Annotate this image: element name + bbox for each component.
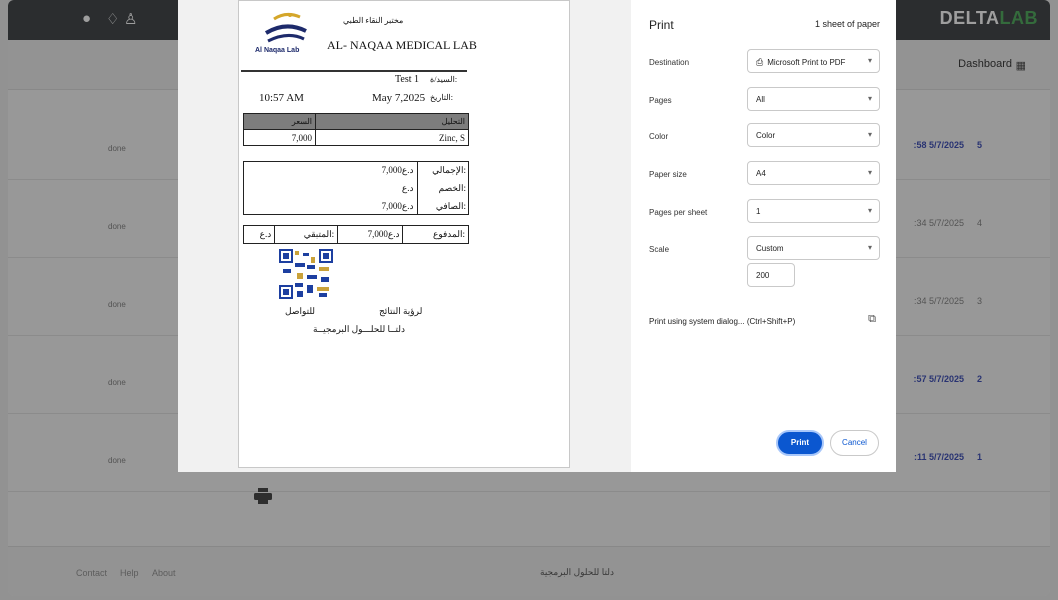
color-select[interactable]: Color ▾ — [747, 123, 880, 147]
pages-per-sheet-select[interactable]: 1 ▾ — [747, 199, 880, 223]
remaining-value: د.ع — [242, 225, 276, 244]
printer-icon: ⎙ — [756, 57, 764, 67]
table-row: 7,000 Zinc, S — [243, 129, 469, 146]
print-preview-area: Al Naqaa Lab مختبر النقاء الطبي AL- NAQA… — [178, 0, 631, 472]
date-label: التاريخ: — [430, 93, 453, 102]
qr-code — [279, 249, 333, 299]
paid-value: 7,000د.ع — [337, 225, 404, 244]
receipt-date: May 7,2025 — [372, 92, 426, 104]
discount-label: الخصم: — [438, 182, 466, 193]
color-label: Color — [649, 132, 669, 141]
lab-logo — [264, 12, 307, 43]
chevron-down-icon: ▾ — [867, 206, 872, 215]
print-settings-panel: Print 1 sheet of paper Destination ⎙ Micr… — [631, 0, 896, 472]
table-row: د.ع الخصم: — [243, 179, 469, 197]
item-price: 7,000 — [243, 129, 316, 146]
items-table: السعر التحليل 7,000 Zinc, S — [243, 113, 469, 146]
qr-caption-company: دلتــا للحلـــول البرمجيــة — [313, 324, 405, 334]
pages-select[interactable]: All ▾ — [747, 87, 880, 111]
net-value: 7,000د.ع — [243, 197, 418, 215]
table-row: د.ع المتبقي: 7,000د.ع المدفوع: — [242, 225, 469, 244]
patient-label: السيد/ة: — [430, 75, 458, 84]
open-external-icon[interactable]: ⧉ — [868, 313, 876, 326]
receipt-page: Al Naqaa Lab مختبر النقاء الطبي AL- NAQA… — [238, 0, 570, 468]
chevron-down-icon: ▾ — [867, 94, 872, 103]
paper-size-select[interactable]: A4 ▾ — [747, 161, 880, 185]
discount-value: د.ع — [243, 179, 418, 197]
print-button[interactable]: Print — [776, 430, 824, 456]
payment-table: د.ع المتبقي: 7,000د.ع المدفوع: — [242, 225, 469, 244]
lab-name-english: AL- NAQAA MEDICAL LAB — [327, 38, 477, 52]
destination-select[interactable]: ⎙ Microsoft Print to PDF ▾ — [747, 49, 880, 73]
total-label: الإجمالي: — [432, 164, 466, 175]
table-row: 7,000د.ع الصافي: — [243, 197, 469, 215]
logo-text: Al Naqaa Lab — [255, 47, 300, 54]
scale-select[interactable]: Custom ▾ — [747, 236, 880, 260]
chevron-down-icon: ▾ — [867, 168, 872, 177]
scale-value: Custom — [756, 244, 784, 253]
total-value: 7,000د.ع — [243, 161, 418, 179]
paid-label: المدفوع: — [402, 225, 469, 244]
receipt-time: 10:57 AM — [259, 92, 304, 104]
price-header: السعر — [243, 113, 316, 130]
pages-per-sheet-value: 1 — [756, 207, 761, 216]
cancel-button[interactable]: Cancel — [830, 430, 879, 456]
destination-value: Microsoft Print to PDF — [767, 58, 846, 67]
chevron-down-icon: ▾ — [867, 56, 872, 65]
sheet-count: 1 sheet of paper — [814, 19, 880, 29]
system-dialog-link[interactable]: Print using system dialog... (Ctrl+Shift… — [649, 317, 795, 326]
pages-value: All — [756, 95, 765, 104]
paper-size-value: A4 — [756, 169, 766, 178]
item-test: Zinc, S — [315, 129, 469, 146]
test-header: التحليل — [315, 113, 469, 130]
chevron-down-icon: ▾ — [867, 243, 872, 252]
pages-per-sheet-label: Pages per sheet — [649, 208, 708, 217]
print-title: Print — [649, 18, 674, 32]
remaining-label: المتبقي: — [274, 225, 339, 244]
chevron-down-icon: ▾ — [867, 130, 872, 139]
lab-name-arabic: مختبر النقاء الطبي — [343, 16, 404, 25]
net-label: الصافي: — [435, 200, 466, 211]
header-divider — [241, 70, 467, 72]
qr-caption-results: لرؤية النتائج — [379, 306, 423, 316]
print-dialog: Al Naqaa Lab مختبر النقاء الطبي AL- NAQA… — [178, 0, 896, 472]
patient-value: Test 1 — [395, 74, 420, 85]
scale-custom-input[interactable]: 200 — [747, 263, 795, 287]
destination-label: Destination — [649, 58, 690, 67]
totals-table: 7,000د.ع الإجمالي: د.ع الخصم: 7,000د.ع ا… — [243, 161, 469, 215]
scale-label: Scale — [649, 245, 670, 254]
pages-label: Pages — [649, 96, 672, 105]
table-row: 7,000د.ع الإجمالي: — [243, 161, 469, 179]
color-value: Color — [756, 131, 776, 140]
qr-caption-contact: للتواصل — [285, 306, 316, 316]
paper-size-label: Paper size — [649, 170, 687, 179]
